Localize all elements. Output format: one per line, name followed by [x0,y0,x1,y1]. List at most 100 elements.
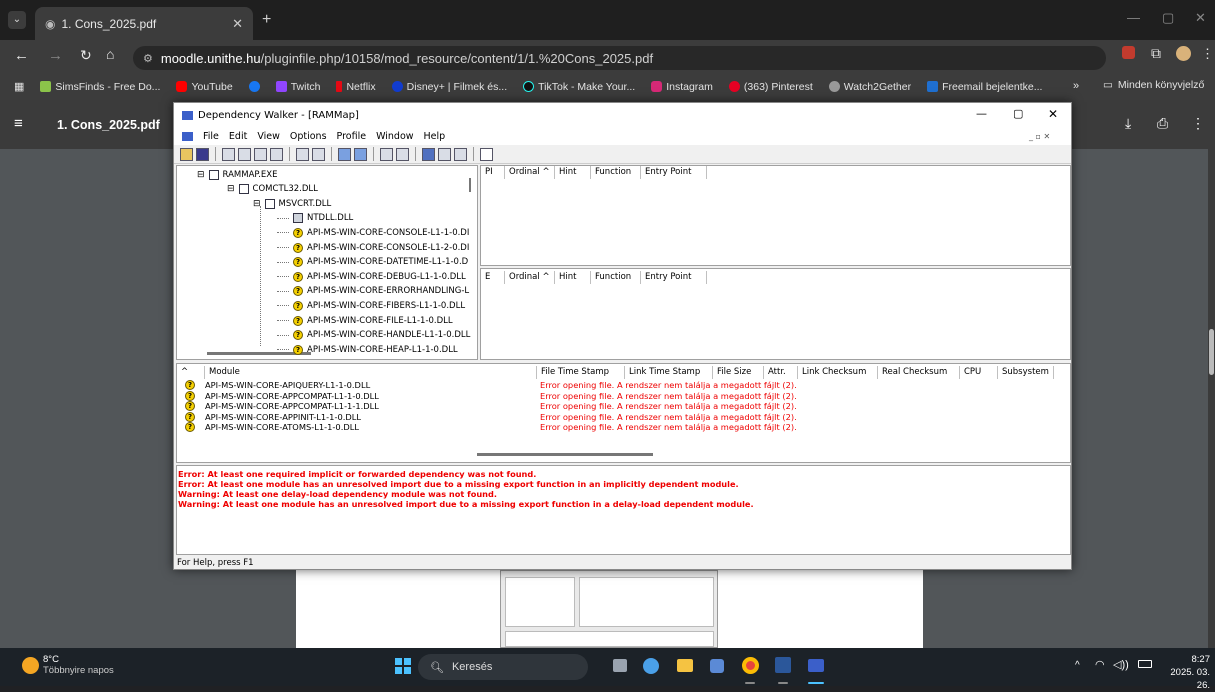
bookmark-instagram[interactable]: Instagram [651,81,713,93]
profile-avatar[interactable] [1176,46,1191,61]
dw-maximize-button[interactable]: ▢ [1013,107,1023,120]
bookmark-youtube[interactable]: YouTube [176,81,233,93]
tree-node[interactable]: ? API-MS-WIN-CORE-DEBUG-L1-1-0.DLL [277,270,466,283]
tree-node[interactable]: ? API-MS-WIN-CORE-ERRORHANDLING-L [277,285,469,298]
tree-node[interactable]: ? API-MS-WIN-CORE-CONSOLE-L1-2-0.DI [277,241,469,254]
dw-minimize-button[interactable]: — [976,107,987,120]
clock[interactable]: 8:27 2025. 03. 26. [1160,653,1210,692]
copy-icon[interactable] [222,147,235,161]
taskbar-app-explorer[interactable] [677,659,693,672]
close-tab-icon[interactable]: ✕ [232,16,243,32]
dw-close-button[interactable]: ✕ [1048,107,1058,121]
tree-node[interactable]: ⊟ COMCTL32.DLL [227,183,318,196]
bookmark-watch2gether[interactable]: Watch2Gether [828,81,911,93]
collapse-icon[interactable]: ⊟ [197,170,205,180]
collapse-icon[interactable]: ⊟ [227,184,235,194]
bookmark-freemail[interactable]: Freemail bejelentke... [927,81,1042,93]
module-list-pane[interactable]: ^ Module File Time Stamp Link Time Stamp… [176,363,1071,463]
pdf-more-icon[interactable]: ⋮ [1191,115,1205,132]
find-next-icon[interactable] [354,147,367,161]
volume-icon[interactable]: ◁)) [1113,658,1129,671]
properties-icon[interactable] [312,147,325,161]
all-bookmarks-button[interactable]: ▭ Minden könyvjelző [1103,79,1204,91]
scrollbar-thumb[interactable] [1209,329,1214,375]
tree-node[interactable]: ⊟ RAMMAP.EXE [197,168,277,181]
bookmark-simsfinds[interactable]: SimsFinds - Free Do... [40,81,160,93]
apps-icon[interactable]: ▦ [14,80,24,93]
bookmark-pinterest[interactable]: (363) Pinterest [728,81,813,93]
module-row-name[interactable]: API-MS-WIN-CORE-APIQUERY-L1-1-0.DLL [205,380,370,390]
menu-edit[interactable]: Edit [229,131,247,142]
tree-node[interactable]: ⊟ MSVCRT.DLL [253,197,331,210]
find-icon[interactable] [338,147,351,161]
tile-vertical-icon[interactable] [454,147,467,161]
view-full-paths-icon[interactable] [380,147,393,161]
col-link-time-stamp[interactable]: Link Time Stamp [625,366,713,379]
col-file-time-stamp[interactable]: File Time Stamp [537,366,625,379]
taskbar-app-terminal[interactable] [613,659,627,672]
auto-expand-icon[interactable] [396,147,409,161]
address-bar[interactable]: ⚙ moodle.unithe.hu/pluginfile.php/10158/… [133,46,1106,70]
pdf-scrollbar[interactable] [1208,149,1215,648]
weather-widget[interactable]: 8°C Többnyire napos [22,654,114,676]
forward-icon[interactable]: → [48,47,63,64]
col-hint[interactable]: Hint [555,166,591,179]
path-icon[interactable] [254,147,267,161]
tree-node[interactable]: ? API-MS-WIN-CORE-FIBERS-L1-1-0.DLL [277,299,465,312]
col-function[interactable]: Function [591,271,641,284]
tab-pdf[interactable]: ◉ 1. Cons_2025.pdf ✕ [35,7,253,40]
save-icon[interactable] [196,147,209,161]
help-icon[interactable] [480,147,493,161]
tab-search-button[interactable]: ⌄ [8,11,26,29]
taskbar-app-depends[interactable] [808,659,824,672]
print-icon[interactable]: ⎙ [1157,115,1168,132]
menu-profile[interactable]: Profile [337,131,367,142]
menu-view[interactable]: View [257,131,280,142]
start-button[interactable] [395,658,411,674]
profile-icon[interactable] [238,147,251,161]
col-real-checksum[interactable]: Real Checksum [878,366,960,379]
pdf-menu-icon[interactable]: ≡ [14,115,23,132]
col-ordinal[interactable]: Ordinal ^ [505,271,555,284]
tree-node[interactable]: ? API-MS-WIN-CORE-FILE-L1-1-0.DLL [277,314,453,327]
modlist-hscrollbar-thumb[interactable] [477,453,653,456]
col-attr[interactable]: Attr. [764,366,798,379]
browser-menu-icon[interactable]: ⋮ [1201,46,1214,62]
tree-node[interactable]: ? API-MS-WIN-CORE-HEAP-L1-1-0.DLL [277,343,458,356]
col-file-size[interactable]: File Size [713,366,764,379]
col-function[interactable]: Function [591,166,641,179]
col-module[interactable]: Module [205,366,537,379]
expand-all-icon[interactable] [296,147,309,161]
tree-node[interactable]: ? API-MS-WIN-CORE-DATETIME-L1-1-0.D [277,256,468,269]
tray-overflow-icon[interactable]: ^ [1075,660,1080,671]
bookmark-twitch[interactable]: Twitch [275,81,320,93]
extensions-puzzle-icon[interactable]: ⧉ [1151,45,1161,62]
close-browser-button[interactable]: ✕ [1195,10,1206,26]
col-link-checksum[interactable]: Link Checksum [798,366,878,379]
cascade-icon[interactable] [422,147,435,161]
export-function-pane[interactable]: E Ordinal ^ Hint Function Entry Point [480,268,1071,360]
col-pi[interactable]: PI [481,166,505,179]
col-cpu[interactable]: CPU [960,366,998,379]
bookmarks-overflow-button[interactable]: » [1073,80,1079,92]
bookmark-netflix[interactable]: Netflix [336,81,376,93]
module-row-name[interactable]: API-MS-WIN-CORE-APPINIT-L1-1-0.DLL [205,412,361,422]
battery-icon[interactable] [1138,660,1152,668]
bookmark-disney[interactable]: Disney+ | Filmek és... [391,81,507,93]
col-e[interactable]: E [481,271,505,284]
back-icon[interactable]: ← [14,47,29,64]
col-entry-point[interactable]: Entry Point [641,271,707,284]
taskbar-search[interactable]: 🔍︎ Keresés [418,654,588,680]
module-row-name[interactable]: API-MS-WIN-CORE-APPCOMPAT-L1-1-1.DLL [205,401,379,411]
open-icon[interactable] [180,147,193,161]
tree-node[interactable]: ? API-MS-WIN-CORE-HANDLE-L1-1-0.DLL [277,329,470,342]
import-function-pane[interactable]: PI Ordinal ^ Hint Function Entry Point [480,165,1071,266]
wifi-icon[interactable]: ◠ [1095,658,1105,671]
site-info-icon[interactable]: ⚙ [143,52,153,65]
menu-window[interactable]: Window [376,131,413,142]
tree-node[interactable]: ? API-MS-WIN-CORE-CONSOLE-L1-1-0.DI [277,226,469,239]
tree-node[interactable]: NTDLL.DLL [277,212,353,225]
new-tab-button[interactable]: + [262,11,271,29]
restore-browser-button[interactable]: ▢ [1162,10,1174,26]
menu-options[interactable]: Options [290,131,327,142]
